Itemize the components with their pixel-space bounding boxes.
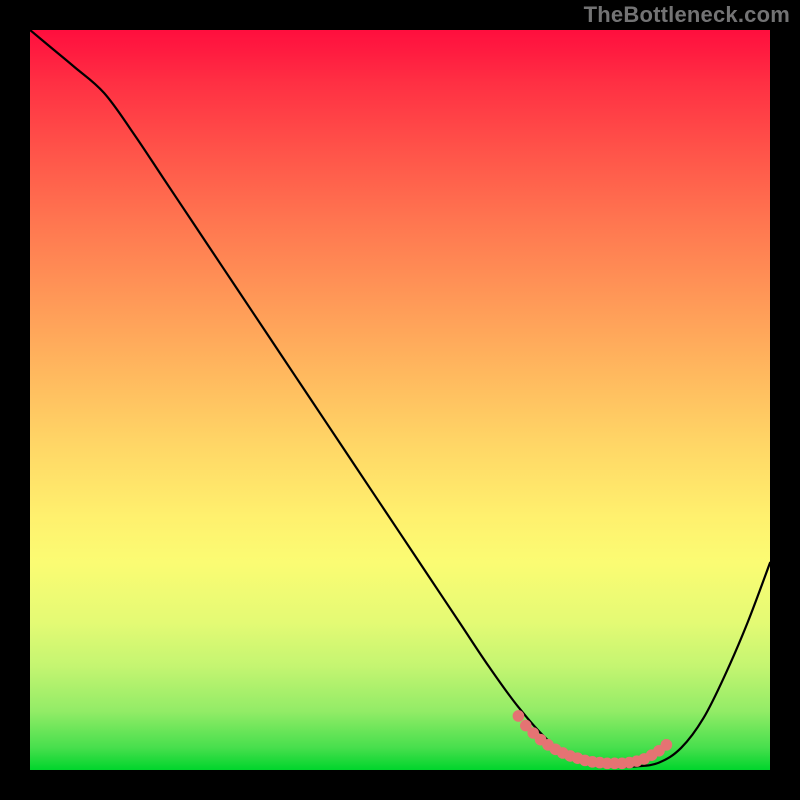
valley-dots xyxy=(30,30,770,770)
watermark: TheBottleneck.com xyxy=(584,2,790,28)
valley-dot xyxy=(661,739,673,751)
valley-dot xyxy=(513,710,525,722)
plot-area xyxy=(30,30,770,770)
chart-frame: TheBottleneck.com xyxy=(0,0,800,800)
